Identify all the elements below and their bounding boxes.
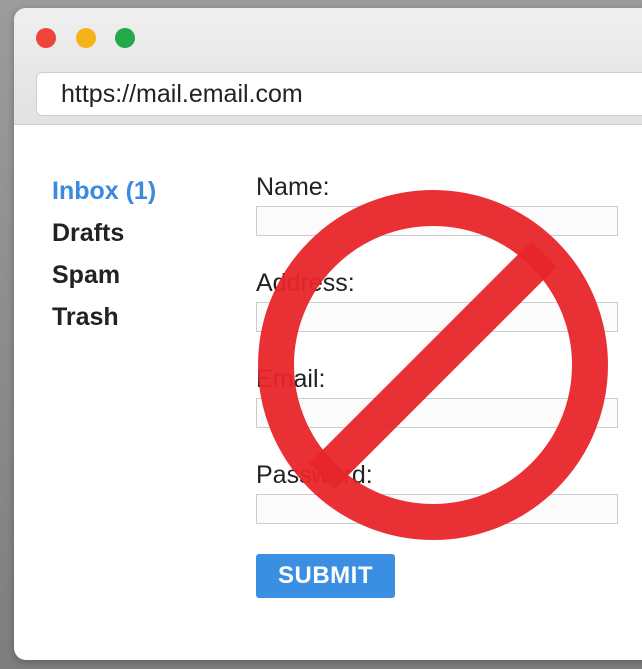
name-label: Name: (256, 173, 330, 201)
url-bar[interactable]: https://mail.email.com (36, 72, 642, 116)
screenshot-stage: https://mail.email.com Inbox (1) Drafts … (0, 0, 642, 669)
sidebar-item-spam[interactable]: Spam (52, 254, 222, 296)
email-field[interactable] (256, 398, 618, 428)
submit-button[interactable]: SUBMIT (256, 554, 395, 598)
phishing-form: Name: Address: Email: Password: SUBMIT (256, 170, 642, 598)
close-window-button[interactable] (36, 28, 56, 48)
mail-sidebar: Inbox (1) Drafts Spam Trash (52, 170, 222, 338)
address-label: Address: (256, 269, 355, 297)
name-field[interactable] (256, 206, 618, 236)
address-field[interactable] (256, 302, 618, 332)
email-label: Email: (256, 365, 326, 393)
minimize-window-button[interactable] (76, 28, 96, 48)
sidebar-item-trash[interactable]: Trash (52, 296, 222, 338)
sidebar-item-inbox[interactable]: Inbox (1) (52, 170, 222, 212)
sidebar-item-drafts[interactable]: Drafts (52, 212, 222, 254)
maximize-window-button[interactable] (115, 28, 135, 48)
password-label: Password: (256, 461, 373, 489)
password-field[interactable] (256, 494, 618, 524)
browser-titlebar: https://mail.email.com (14, 8, 642, 125)
browser-window: https://mail.email.com Inbox (1) Drafts … (14, 8, 642, 660)
